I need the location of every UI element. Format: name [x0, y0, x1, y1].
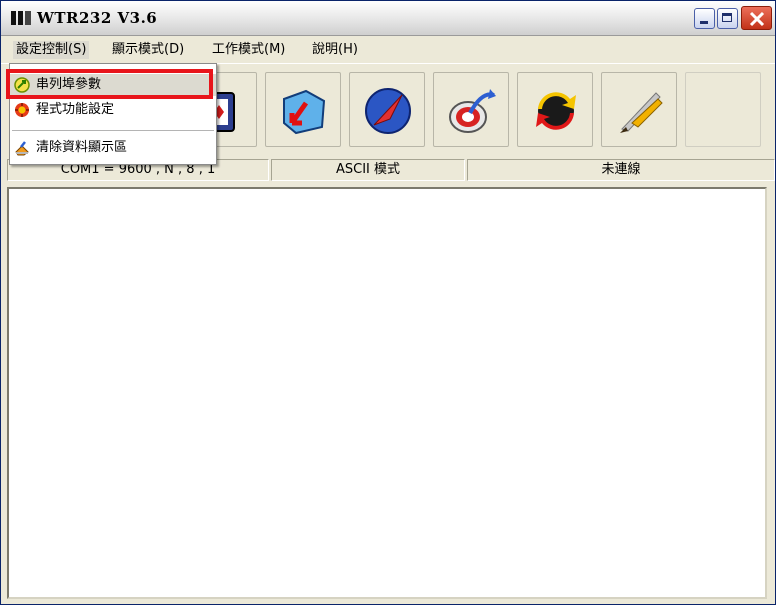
menu-help[interactable]: 說明(H): [309, 41, 361, 59]
data-display-area[interactable]: [7, 187, 767, 599]
toolbar-button-target[interactable]: [433, 72, 509, 147]
app-window: WTR232 V3.6 設定控制(S) 顯示模式(D) 工作模式(M) 說明(H…: [0, 0, 776, 605]
menu-item-label: 程式功能設定: [36, 102, 115, 117]
menu-item-label: 清除資料顯示區: [36, 140, 128, 155]
close-icon: [749, 11, 765, 27]
clear-display-icon: [15, 141, 29, 156]
toolbar-button-edit[interactable]: [601, 72, 677, 147]
window-title: WTR232 V3.6: [37, 9, 158, 27]
minimize-button[interactable]: [694, 8, 715, 29]
menu-separator: [12, 130, 214, 131]
menu-work-mode[interactable]: 工作模式(M): [209, 41, 288, 59]
menu-item-program-settings[interactable]: 程式功能設定: [10, 99, 216, 121]
menu-display-mode[interactable]: 顯示模式(D): [109, 41, 187, 59]
menu-settings-control[interactable]: 設定控制(S): [13, 41, 90, 59]
toolbar-button-disabled[interactable]: [685, 72, 761, 147]
pen-icon: [620, 92, 663, 133]
title-bar[interactable]: WTR232 V3.6: [1, 1, 775, 36]
close-button[interactable]: [741, 6, 772, 30]
toolbar-button-send[interactable]: [349, 72, 425, 147]
status-connection: 未連線: [467, 159, 775, 181]
status-display-mode: ASCII 模式: [271, 159, 465, 181]
toolbar-button-open[interactable]: [265, 72, 341, 147]
highlight-annotation: [6, 69, 213, 99]
app-icon: [11, 11, 31, 25]
toolbar-button-refresh[interactable]: [517, 72, 593, 147]
target-icon: [449, 89, 496, 133]
menu-bar: 設定控制(S) 顯示模式(D) 工作模式(M) 說明(H): [1, 36, 775, 62]
maximize-button[interactable]: [717, 8, 738, 29]
send-icon: [365, 88, 411, 134]
program-settings-icon: [15, 103, 29, 117]
menu-item-clear-display[interactable]: 清除資料顯示區: [10, 137, 216, 159]
open-icon: [283, 89, 326, 135]
refresh-icon: [536, 92, 576, 130]
